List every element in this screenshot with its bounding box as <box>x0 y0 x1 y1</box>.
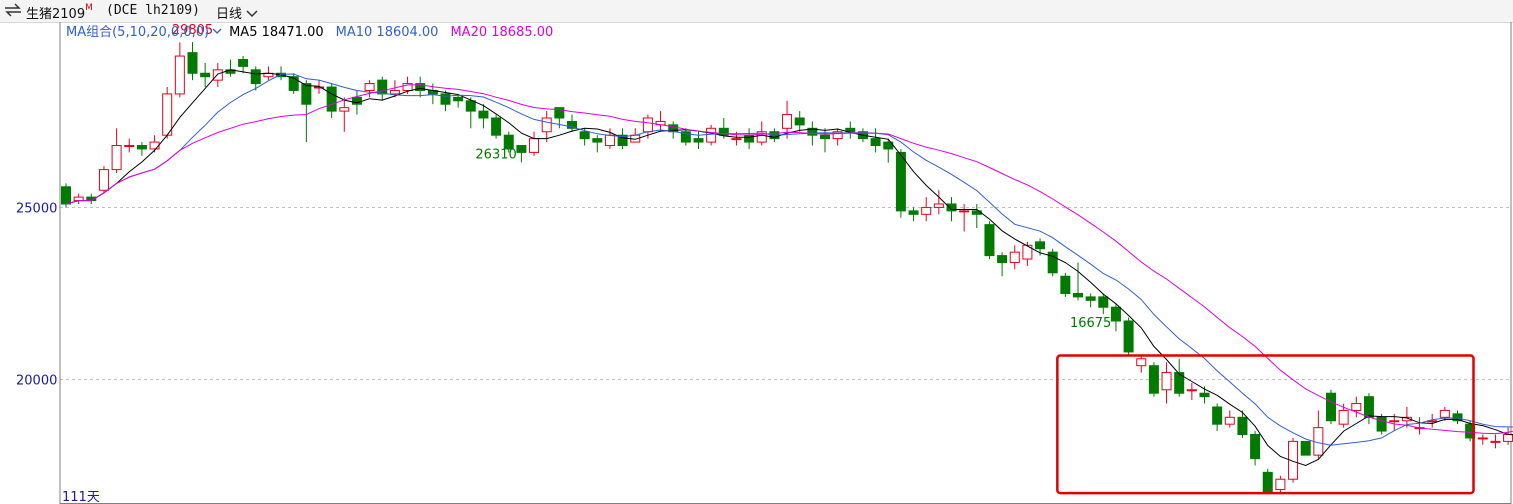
candle[interactable] <box>73 193 84 204</box>
ma-group-dropdown-icon[interactable] <box>212 28 222 34</box>
candle[interactable] <box>136 142 147 156</box>
candle[interactable] <box>1326 389 1336 425</box>
candle[interactable] <box>1060 272 1071 297</box>
ma20-line <box>65 84 1513 435</box>
ma-legend: MA组合(5,10,20,0,0,0) MA5 18471.00 MA10 18… <box>66 25 553 40</box>
candle[interactable] <box>1085 293 1096 308</box>
candle[interactable] <box>820 128 830 153</box>
chart-frame <box>59 22 1512 504</box>
candle[interactable] <box>1313 410 1324 459</box>
candle[interactable] <box>200 62 211 88</box>
candle[interactable] <box>440 90 451 112</box>
candle[interactable] <box>212 62 223 88</box>
candle[interactable] <box>1224 410 1235 428</box>
extreme-value-label: 26310 <box>475 148 516 163</box>
chevron-down-icon[interactable] <box>246 8 258 18</box>
day-count-label: 111天 <box>62 490 100 504</box>
candle[interactable] <box>301 80 312 143</box>
symbol-name[interactable]: 生猪2109M <box>26 3 93 22</box>
candle[interactable] <box>1414 417 1425 435</box>
candle[interactable] <box>415 76 426 98</box>
candle[interactable] <box>516 145 527 163</box>
candle[interactable] <box>997 252 1008 277</box>
candle[interactable] <box>567 114 577 132</box>
candle[interactable] <box>1237 410 1248 438</box>
candle[interactable] <box>1477 434 1488 445</box>
candle[interactable] <box>225 59 236 77</box>
candles <box>61 42 1513 494</box>
candle[interactable] <box>592 135 603 153</box>
candle[interactable] <box>1300 440 1311 456</box>
ma10-label: MA10 18604.00 <box>336 25 439 40</box>
candle[interactable] <box>1009 245 1020 270</box>
candle[interactable] <box>832 128 843 146</box>
annotations: 298052631016675 <box>172 23 1112 331</box>
candle[interactable] <box>794 111 805 132</box>
candle[interactable] <box>174 42 185 98</box>
candle[interactable] <box>706 124 717 146</box>
period-selector[interactable]: 日线 <box>216 3 258 22</box>
candle[interactable] <box>655 111 666 132</box>
candle[interactable] <box>314 80 324 94</box>
ma10-line <box>65 73 1513 446</box>
candle[interactable] <box>959 203 970 232</box>
candle[interactable] <box>491 114 502 139</box>
candle[interactable] <box>377 76 388 101</box>
period-label: 日线 <box>216 7 243 22</box>
candle[interactable] <box>1262 468 1273 494</box>
candle[interactable] <box>124 138 135 153</box>
candle[interactable] <box>744 128 755 149</box>
candle[interactable] <box>1047 248 1058 277</box>
candle[interactable] <box>529 131 540 156</box>
candle[interactable] <box>1490 434 1501 449</box>
candle[interactable] <box>1110 303 1121 332</box>
candle[interactable] <box>1123 317 1134 356</box>
candle[interactable] <box>984 221 995 260</box>
candle[interactable] <box>921 197 932 222</box>
candle[interactable] <box>1363 393 1374 425</box>
candle[interactable] <box>1275 475 1286 494</box>
candle[interactable] <box>1073 262 1083 301</box>
candle[interactable] <box>187 42 198 81</box>
y-tick-label: 20000 <box>16 373 57 388</box>
candle[interactable] <box>276 66 287 81</box>
candlestick-chart[interactable]: 2000025000 298052631016675 MA组合(5,10,20,… <box>0 22 1513 504</box>
candle[interactable] <box>1351 396 1362 418</box>
candle[interactable] <box>870 128 881 153</box>
ma5-line <box>65 69 1513 467</box>
ma-lines <box>65 69 1513 467</box>
candle[interactable] <box>693 131 704 149</box>
candle[interactable] <box>1452 410 1463 425</box>
ma5-label: MA5 18471.00 <box>229 25 324 40</box>
candle[interactable] <box>680 128 691 146</box>
chart-toolbar: 生猪2109M (DCE lh2109) 日线 <box>0 0 1513 23</box>
candle[interactable] <box>238 56 249 74</box>
candle[interactable] <box>326 83 337 118</box>
symbol-flag: M <box>85 3 93 13</box>
candle[interactable] <box>1161 362 1172 404</box>
ma20-label: MA20 18685.00 <box>450 25 553 40</box>
candle[interactable] <box>288 73 299 94</box>
candle[interactable] <box>1212 403 1223 432</box>
candle[interactable] <box>845 121 856 139</box>
candle[interactable] <box>1174 358 1185 397</box>
candle[interactable] <box>1186 382 1197 401</box>
extreme-value-label: 16675 <box>1070 316 1111 331</box>
y-tick-label: 25000 <box>16 201 57 216</box>
contract-code: (DCE lh2109) <box>106 3 200 18</box>
candle[interactable] <box>339 97 350 132</box>
candle[interactable] <box>111 128 122 174</box>
candle[interactable] <box>98 166 109 194</box>
y-axis: 20000 25000 <box>16 201 57 388</box>
grid-lines <box>60 206 1511 380</box>
candle[interactable] <box>883 138 894 163</box>
swap-arrows-icon[interactable] <box>4 3 22 21</box>
candle[interactable] <box>1148 362 1159 397</box>
candle[interactable] <box>1136 355 1147 373</box>
candle[interactable] <box>1250 431 1261 466</box>
candle[interactable] <box>908 207 919 222</box>
ma-group-label[interactable]: MA组合(5,10,20,0,0,0) <box>66 25 209 40</box>
candle[interactable] <box>364 80 375 98</box>
